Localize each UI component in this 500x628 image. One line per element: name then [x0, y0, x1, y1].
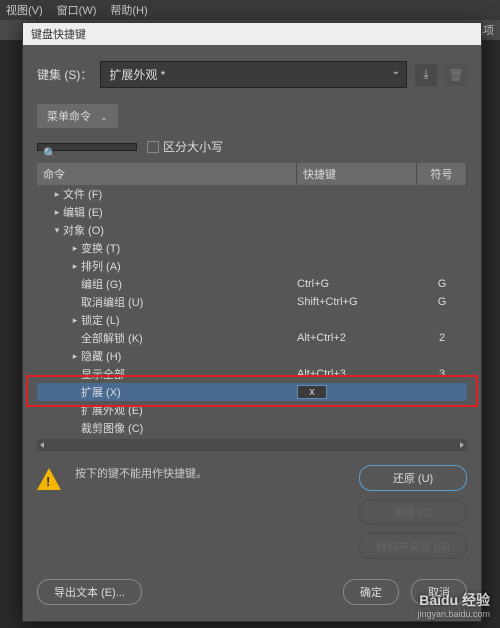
symbol-cell: G [417, 278, 467, 290]
dialog-title: 键盘快捷键 [23, 23, 481, 45]
search-input[interactable]: 🔍 [37, 143, 137, 151]
tree-row[interactable]: 扩展 (X)x [37, 383, 467, 401]
chevron-right-icon[interactable]: ▸ [69, 261, 81, 272]
header-command: 命令 [37, 163, 297, 185]
command-label: 变换 (T) [81, 240, 297, 256]
checkbox-icon [147, 141, 159, 153]
shortcut-cell[interactable]: x [297, 385, 417, 399]
chevron-down-icon: ⌄ [392, 66, 400, 77]
chevron-down-icon[interactable]: ▾ [51, 225, 63, 236]
table-header: 命令 快捷键 符号 [37, 163, 467, 185]
save-set-icon[interactable]: ⤓ [415, 64, 437, 86]
command-label: 扩展 (X) [81, 384, 297, 400]
chevron-down-icon: ⌄ [100, 112, 108, 122]
header-symbol: 符号 [417, 163, 467, 185]
export-text-button[interactable]: 导出文本 (E)... [37, 579, 142, 605]
delete-set-icon: 🗑 [445, 64, 467, 86]
tree-row[interactable]: ▸编辑 (E) [37, 203, 467, 221]
shortcut-cell: Ctrl+G [297, 278, 417, 290]
watermark: Baidu 经验 jingyan.baidu.com [417, 592, 490, 620]
tree-row[interactable]: 扩展外观 (E) [37, 401, 467, 419]
menu-help[interactable]: 帮助(H) [110, 2, 147, 18]
menu-window[interactable]: 窗口(W) [57, 2, 97, 18]
set-dropdown[interactable]: 扩展外观 * ⌄ [100, 61, 407, 88]
app-menubar: 视图(V) 窗口(W) 帮助(H) [0, 0, 500, 20]
horizontal-scrollbar[interactable] [37, 439, 467, 451]
tree-row[interactable]: ▸文件 (F) [37, 185, 467, 203]
command-label: 排列 (A) [81, 258, 297, 274]
clear-button: 清除 (C) [359, 499, 467, 525]
tree-row[interactable]: 显示全部Alt+Ctrl+33 [37, 365, 467, 383]
chevron-right-icon[interactable]: ▸ [51, 189, 63, 200]
shortcut-cell: Shift+Ctrl+G [297, 296, 417, 308]
command-label: 编辑 (E) [63, 204, 297, 220]
header-shortcut: 快捷键 [297, 163, 417, 185]
menu-view[interactable]: 视图(V) [6, 2, 43, 18]
category-dropdown[interactable]: 菜单命令 ⌄ [37, 104, 118, 128]
undo-button[interactable]: 还原 (U) [359, 465, 467, 491]
tree-row[interactable]: 裁剪图像 (C) [37, 419, 467, 437]
chevron-right-icon[interactable]: ▸ [69, 315, 81, 326]
command-label: 全部解锁 (K) [81, 330, 297, 346]
goto-conflict-button: 转到冲突处 (G) [359, 533, 467, 559]
tree-row[interactable]: ▸排列 (A) [37, 257, 467, 275]
command-label: 取消编组 (U) [81, 294, 297, 310]
tree-row[interactable]: ▸锁定 (L) [37, 311, 467, 329]
shortcut-cell: Alt+Ctrl+2 [297, 332, 417, 344]
tree-row[interactable]: ▾对象 (O) [37, 221, 467, 239]
command-label: 隐藏 (H) [81, 348, 297, 364]
command-label: 锁定 (L) [81, 312, 297, 328]
warning-icon: ! [37, 468, 61, 490]
set-value: 扩展外观 * [109, 68, 165, 82]
command-label: 扩展外观 (E) [81, 402, 297, 418]
case-label: 区分大小写 [163, 138, 223, 155]
tree-row[interactable]: 全部解锁 (K)Alt+Ctrl+22 [37, 329, 467, 347]
ok-button[interactable]: 确定 [343, 579, 399, 605]
command-label: 显示全部 [81, 366, 297, 382]
set-label: 键集 (S)： [37, 66, 92, 83]
warning-text: 按下的键不能用作快捷键。 [75, 465, 349, 481]
tree-row[interactable]: ▸隐藏 (H) [37, 347, 467, 365]
chevron-right-icon[interactable]: ▸ [69, 243, 81, 254]
tree-row[interactable]: 取消编组 (U)Shift+Ctrl+GG [37, 293, 467, 311]
chevron-right-icon[interactable]: ▸ [69, 351, 81, 362]
command-label: 对象 (O) [63, 222, 297, 238]
category-label: 菜单命令 [47, 111, 91, 123]
symbol-cell: 3 [417, 368, 467, 380]
search-icon: 🔍 [43, 147, 57, 160]
tree-row[interactable]: ▸变换 (T) [37, 239, 467, 257]
command-label: 文件 (F) [63, 186, 297, 202]
case-sensitive-checkbox[interactable]: 区分大小写 [147, 138, 223, 155]
chevron-right-icon[interactable]: ▸ [51, 207, 63, 218]
tree-row[interactable]: 编组 (G)Ctrl+GG [37, 275, 467, 293]
shortcut-cell: Alt+Ctrl+3 [297, 368, 417, 380]
symbol-cell: G [417, 296, 467, 308]
command-tree[interactable]: ▸文件 (F)▸编辑 (E)▾对象 (O)▸变换 (T)▸排列 (A)编组 (G… [37, 185, 467, 437]
symbol-cell: 2 [417, 332, 467, 344]
command-label: 编组 (G) [81, 276, 297, 292]
command-label: 裁剪图像 (C) [81, 420, 297, 436]
keyboard-shortcuts-dialog: 键盘快捷键 键集 (S)： 扩展外观 * ⌄ ⤓ 🗑 菜单命令 ⌄ 🔍 区分大小… [22, 22, 482, 622]
